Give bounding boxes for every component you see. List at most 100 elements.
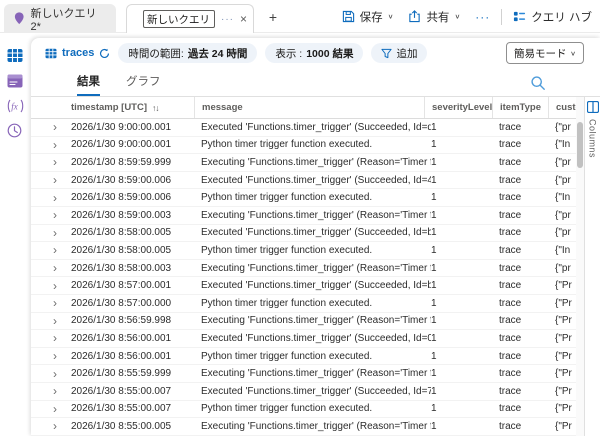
tab-chart[interactable]: グラフ	[126, 73, 161, 96]
queries-pane-button[interactable]	[7, 74, 25, 92]
search-results-icon[interactable]	[530, 75, 546, 91]
query-hub-button[interactable]: クエリ ハブ	[509, 6, 596, 28]
cell-itemtype: trace	[499, 368, 555, 379]
row-expand-chevron-icon[interactable]: ›	[45, 174, 71, 186]
scrollbar-thumb[interactable]	[577, 122, 583, 168]
row-expand-chevron-icon[interactable]: ›	[45, 244, 71, 256]
cell-severitylevel: 1	[431, 315, 499, 326]
cell-customdimensions: {"pr	[555, 227, 576, 238]
row-expand-chevron-icon[interactable]: ›	[45, 315, 71, 327]
query-history-pane-button[interactable]	[7, 123, 25, 141]
row-expand-chevron-icon[interactable]: ›	[45, 227, 71, 239]
table-row[interactable]: ›2026/1/30 8:55:59.999Executing 'Functio…	[31, 365, 576, 383]
chevron-down-icon[interactable]: ∨	[454, 13, 460, 20]
table-row[interactable]: ›2026/1/30 8:59:00.006Executed 'Function…	[31, 172, 576, 190]
column-header-severitylevel[interactable]: severityLevel	[424, 97, 499, 118]
mode-dropdown[interactable]: 簡易モード ∨	[506, 42, 584, 64]
cell-message: Executing 'Functions.timer_trigger' (Rea…	[201, 368, 431, 379]
table-row[interactable]: ›2026/1/30 8:58:00.003Executing 'Functio…	[31, 260, 576, 278]
table-row[interactable]: ›2026/1/30 8:57:00.000Python timer trigg…	[31, 295, 576, 313]
cell-itemtype: trace	[499, 315, 555, 326]
table-row[interactable]: ›2026/1/30 8:58:00.005Python timer trigg…	[31, 242, 576, 260]
table-row[interactable]: ›2026/1/30 8:59:00.003Executing 'Functio…	[31, 207, 576, 225]
save-icon	[342, 10, 355, 23]
table-row[interactable]: ›2026/1/30 8:59:59.999Executing 'Functio…	[31, 154, 576, 172]
tab-close-icon[interactable]: ×	[240, 13, 247, 25]
row-expand-chevron-icon[interactable]: ›	[45, 368, 71, 380]
cell-message: Executed 'Functions.timer_trigger' (Succ…	[201, 333, 431, 344]
add-filter-pill[interactable]: 追加	[371, 43, 427, 63]
row-expand-chevron-icon[interactable]: ›	[45, 139, 71, 151]
row-expand-chevron-icon[interactable]: ›	[45, 192, 71, 204]
source-table-selector[interactable]: traces	[45, 47, 110, 59]
cell-message: Executing 'Functions.timer_trigger' (Rea…	[201, 157, 431, 168]
column-header-message[interactable]: message	[194, 97, 431, 118]
row-expand-chevron-icon[interactable]: ›	[45, 332, 71, 344]
table-row[interactable]: ›2026/1/30 8:55:00.005Executing 'Functio…	[31, 418, 576, 436]
table-row[interactable]: ›2026/1/30 8:57:00.001Executed 'Function…	[31, 277, 576, 295]
tables-pane-button[interactable]	[7, 48, 25, 66]
results-chart-tabs: 結果 グラフ	[31, 68, 600, 97]
cell-customdimensions: {"In	[555, 245, 576, 256]
row-expand-chevron-icon[interactable]: ›	[45, 262, 71, 274]
cell-message: Executing 'Functions.timer_trigger' (Rea…	[201, 315, 431, 326]
mode-dropdown-value: 簡易モード	[514, 46, 567, 61]
row-expand-chevron-icon[interactable]: ›	[45, 209, 71, 221]
table-row[interactable]: ›2026/1/30 8:56:00.001Executed 'Function…	[31, 330, 576, 348]
column-header-timestamp[interactable]: timestamp [UTC] ↑↓	[71, 97, 201, 118]
chevron-down-icon[interactable]: ∨	[388, 13, 394, 20]
row-expand-chevron-icon[interactable]: ›	[45, 280, 71, 292]
cell-severitylevel: 1	[431, 280, 499, 291]
sort-arrows-icon[interactable]: ↑↓	[152, 103, 159, 113]
save-button[interactable]: 保存 ∨	[338, 6, 398, 28]
share-label: 共有	[426, 9, 449, 25]
functions-pane-button[interactable]: fx	[7, 99, 25, 117]
column-header-itemtype[interactable]: itemType	[492, 97, 555, 118]
query-tab-1-active[interactable]: ··· ×	[126, 4, 254, 33]
tab-rename-input[interactable]	[143, 10, 215, 28]
new-tab-button[interactable]: +	[262, 6, 284, 28]
row-expand-chevron-icon[interactable]: ›	[45, 121, 71, 133]
vertical-scrollbar[interactable]	[576, 97, 584, 436]
row-expand-chevron-icon[interactable]: ›	[45, 420, 71, 432]
row-limit-pill[interactable]: 表示 : 1000 結果	[265, 43, 363, 63]
table-row[interactable]: ›2026/1/30 9:00:00.001Executed 'Function…	[31, 119, 576, 137]
tab-more-icon[interactable]: ···	[221, 14, 234, 25]
row-expand-chevron-icon[interactable]: ›	[45, 385, 71, 397]
row-expand-chevron-icon[interactable]: ›	[45, 403, 71, 415]
chevron-down-icon: ∨	[570, 49, 576, 56]
table-row[interactable]: ›2026/1/30 8:58:00.005Executed 'Function…	[31, 225, 576, 243]
row-limit-label: 表示 :	[275, 46, 302, 61]
query-pin-icon	[14, 12, 24, 25]
row-expand-chevron-icon[interactable]: ›	[45, 156, 71, 168]
share-button[interactable]: 共有 ∨	[404, 6, 464, 28]
results-grid-body: ›2026/1/30 9:00:00.001Executed 'Function…	[31, 119, 576, 436]
command-bar: 保存 ∨ 共有 ∨ ··· クエリ ハブ	[338, 0, 596, 33]
row-expand-chevron-icon[interactable]: ›	[45, 350, 71, 362]
table-row[interactable]: ›2026/1/30 9:00:00.001Python timer trigg…	[31, 137, 576, 155]
cell-timestamp: 2026/1/30 8:56:00.001	[71, 351, 201, 362]
cell-message: Executed 'Functions.timer_trigger' (Succ…	[201, 280, 431, 291]
query-results-card: traces 時間の範囲: 過去 24 時間 表示 : 1000 結果 追加 簡…	[31, 38, 600, 436]
tab-results[interactable]: 結果	[77, 73, 100, 96]
table-row[interactable]: ›2026/1/30 8:56:59.998Executing 'Functio…	[31, 313, 576, 331]
row-expand-chevron-icon[interactable]: ›	[45, 297, 71, 309]
cell-customdimensions: {"In	[555, 192, 576, 203]
cell-severitylevel: 1	[431, 139, 499, 150]
cell-timestamp: 2026/1/30 8:58:00.003	[71, 263, 201, 274]
time-range-pill[interactable]: 時間の範囲: 過去 24 時間	[118, 43, 257, 63]
query-tab-2[interactable]: 新しいクエリ 2*	[4, 4, 116, 33]
table-row[interactable]: ›2026/1/30 8:55:00.007Executed 'Function…	[31, 383, 576, 401]
column-header-customdimensions[interactable]: custor	[548, 97, 576, 118]
tables-icon	[7, 48, 23, 63]
more-commands-button[interactable]: ···	[471, 7, 494, 27]
source-table-name: traces	[62, 47, 94, 59]
cell-customdimensions: {"pr	[555, 157, 576, 168]
table-row[interactable]: ›2026/1/30 8:55:00.007Python timer trigg…	[31, 401, 576, 419]
cell-customdimensions: {"pr	[555, 210, 576, 221]
query-hub-label: クエリ ハブ	[531, 9, 592, 25]
columns-panel-toggle[interactable]: Columns	[584, 97, 600, 436]
table-row[interactable]: ›2026/1/30 8:59:00.006Python timer trigg…	[31, 189, 576, 207]
table-row[interactable]: ›2026/1/30 8:56:00.001Python timer trigg…	[31, 348, 576, 366]
refresh-icon[interactable]	[99, 48, 110, 59]
